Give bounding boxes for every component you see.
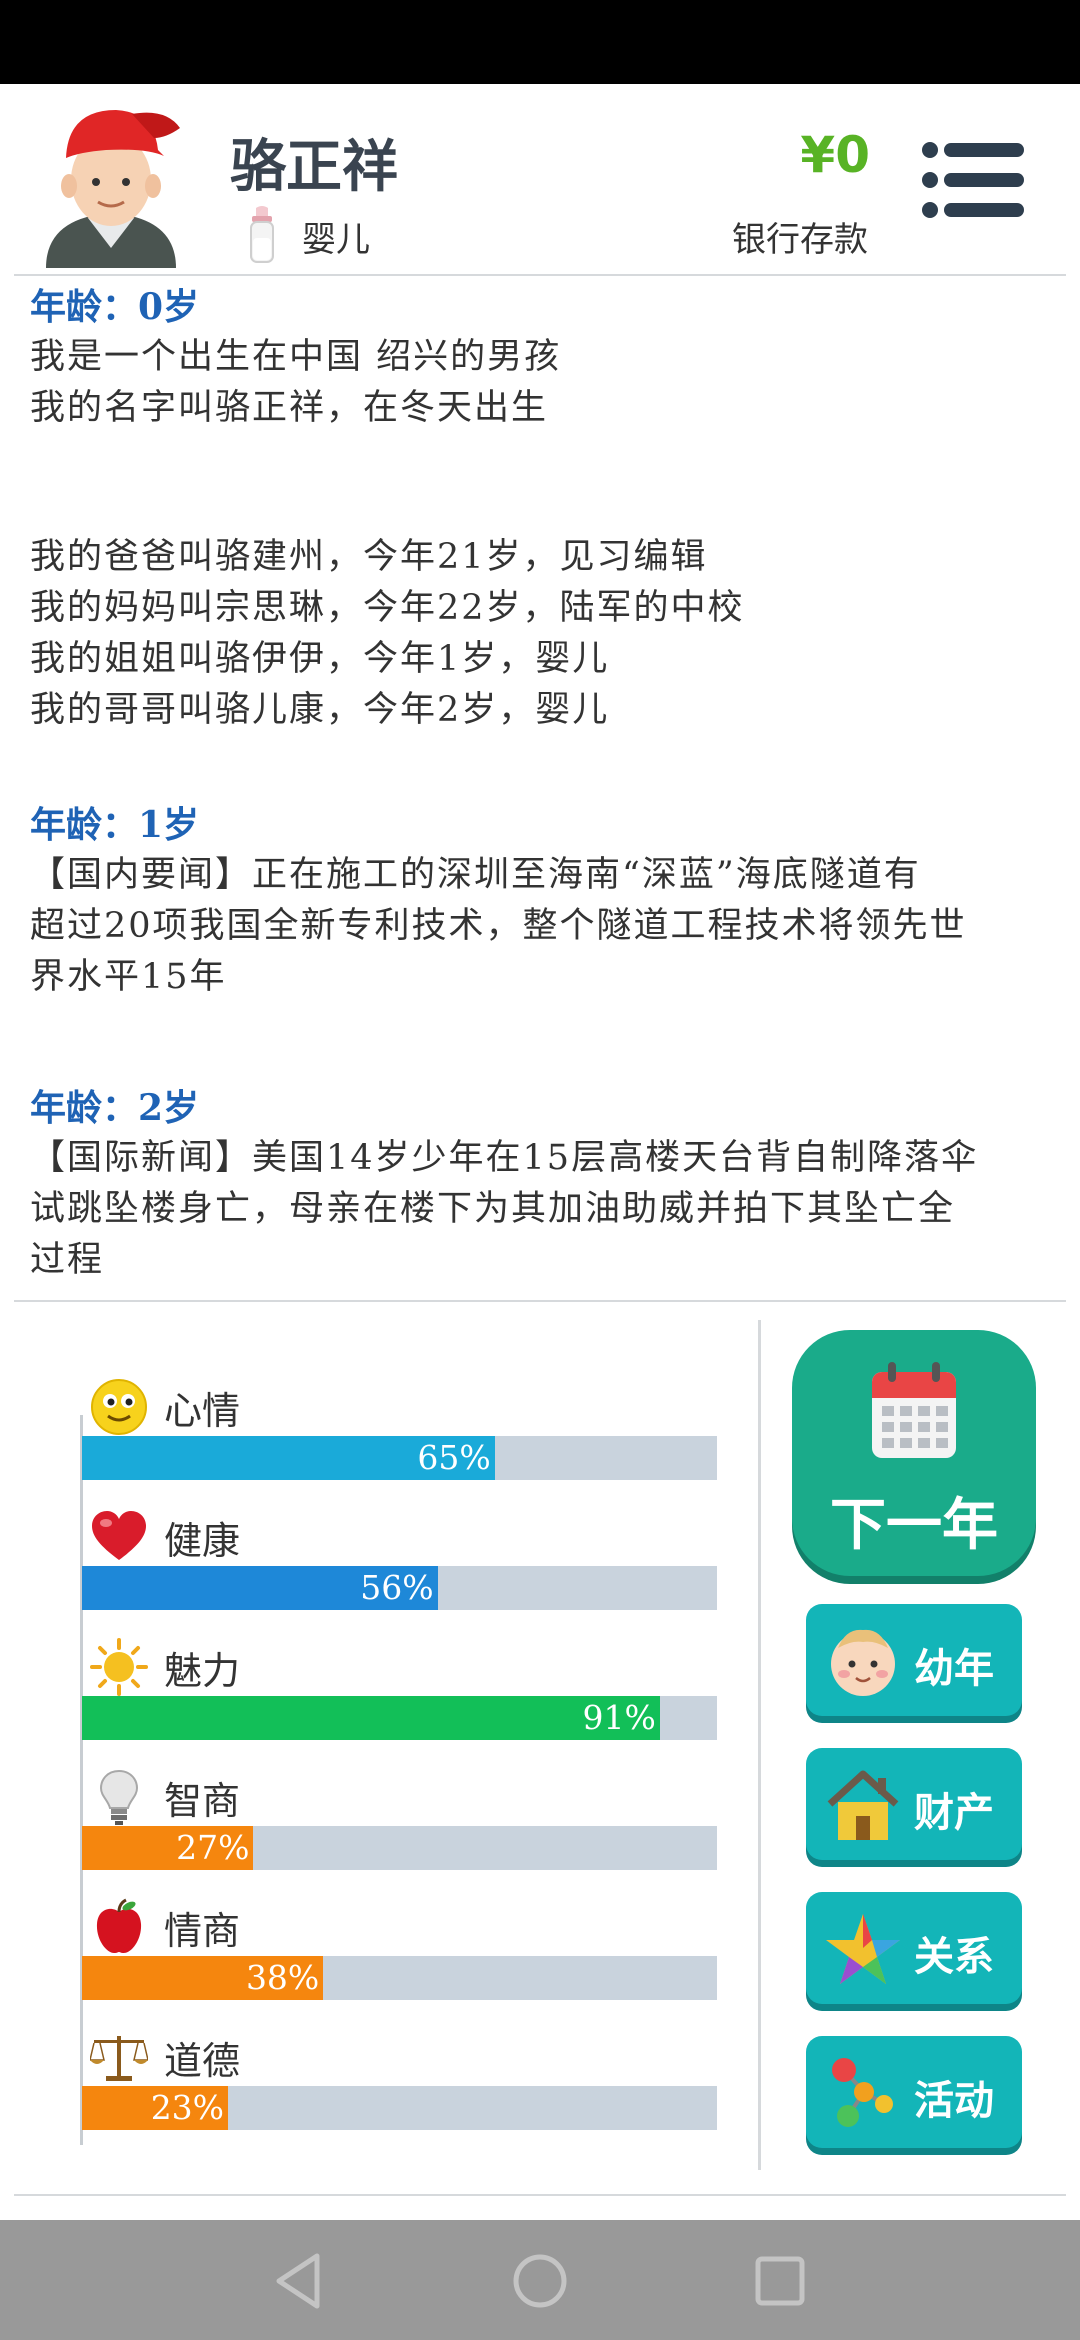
log-line: 超过20项我国全新专利技术，整个隧道工程技术将领先世 bbox=[30, 906, 967, 946]
activities-label: 活动 bbox=[914, 2078, 994, 2124]
stat-bar: 65% bbox=[82, 1436, 717, 1480]
stat-bar: 91% bbox=[82, 1696, 717, 1740]
baby-bottle-icon bbox=[250, 206, 274, 263]
assets-label: 财产 bbox=[914, 1790, 994, 1836]
calendar-icon bbox=[872, 1362, 956, 1458]
stat-percent: 56% bbox=[360, 1568, 434, 1607]
stat-percent: 91% bbox=[582, 1698, 656, 1737]
stat-charm: 魅力 91% bbox=[82, 1630, 717, 1760]
log-line: 我的妈妈叫宗思琳，今年22岁，陆军的中校 bbox=[30, 588, 745, 628]
log-line: 我的哥哥叫骆儿康，今年2岁，婴儿 bbox=[30, 690, 610, 730]
log-line: 【国际新闻】美国14岁少年在15层高楼天台背自制降落伞 bbox=[30, 1138, 979, 1178]
childhood-label: 幼年 bbox=[914, 1646, 994, 1692]
activities-button[interactable]: 活动 bbox=[806, 2036, 1022, 2148]
stat-percent: 38% bbox=[245, 1958, 320, 1997]
next-year-button[interactable]: 下一年 bbox=[792, 1330, 1036, 1576]
house-icon bbox=[827, 1770, 899, 1840]
sun-icon bbox=[90, 1638, 148, 1696]
stat-bar-fill: 65% bbox=[82, 1436, 495, 1480]
stat-eq: 情商 38% bbox=[82, 1890, 717, 2020]
scales-icon bbox=[90, 2036, 148, 2081]
stat-bar: 38% bbox=[82, 1956, 717, 2000]
bank-deposit-label: 银行存款 bbox=[732, 220, 868, 260]
stat-percent: 27% bbox=[176, 1828, 250, 1867]
log-line: 试跳坠楼身亡，母亲在楼下为其加油助威并拍下其坠亡全 bbox=[30, 1189, 956, 1229]
lightbulb-icon bbox=[99, 1769, 139, 1825]
star-icon bbox=[826, 1914, 900, 1984]
life-stage-label: 婴儿 bbox=[302, 220, 370, 260]
log-line: 我是一个出生在中国 绍兴的男孩 bbox=[30, 337, 562, 377]
stat-label: 心情 bbox=[164, 1389, 241, 1433]
stat-bar-fill: 38% bbox=[82, 1956, 324, 2000]
log-line: 我的名字叫骆正祥，在冬天出生 bbox=[30, 388, 549, 428]
molecule-icon bbox=[832, 2058, 893, 2127]
bottom-divider bbox=[14, 2194, 1066, 2196]
baby-face-icon bbox=[831, 1629, 895, 1696]
stat-percent: 23% bbox=[150, 2088, 225, 2127]
stat-label: 道德 bbox=[164, 2039, 241, 2083]
heart-icon bbox=[92, 1511, 146, 1560]
stat-bar: 23% bbox=[82, 2086, 717, 2130]
stat-bar-fill: 23% bbox=[82, 2086, 229, 2130]
stat-bar: 56% bbox=[82, 1566, 717, 1610]
log-line: 【国内要闻】正在施工的深圳至海南“深蓝”海底隧道有 bbox=[30, 855, 921, 895]
log-line: 我的姐姐叫骆伊伊，今年1岁，婴儿 bbox=[30, 639, 610, 679]
recents-icon[interactable] bbox=[745, 2246, 815, 2316]
log-line: 我的爸爸叫骆建州，今年21岁，见习编辑 bbox=[30, 537, 708, 577]
assets-button[interactable]: 财产 bbox=[806, 1748, 1022, 1860]
log-age-heading: 年龄：1岁 bbox=[30, 804, 200, 846]
relations-label: 关系 bbox=[914, 1934, 994, 1980]
stat-health: 健康 56% bbox=[82, 1500, 717, 1630]
log-age-heading: 年龄：0岁 bbox=[30, 286, 200, 328]
home-icon[interactable] bbox=[505, 2246, 575, 2316]
stat-bar: 27% bbox=[82, 1826, 717, 1870]
back-icon[interactable] bbox=[265, 2246, 335, 2316]
stat-label: 智商 bbox=[164, 1779, 241, 1823]
next-year-label: 下一年 bbox=[830, 1493, 998, 1558]
stat-label: 情商 bbox=[164, 1909, 241, 1953]
relations-button[interactable]: 关系 bbox=[806, 1892, 1022, 2004]
stat-mood: 心情 65% bbox=[82, 1370, 717, 1500]
stat-bar-fill: 27% bbox=[82, 1826, 254, 1870]
money-amount: ¥0 bbox=[800, 126, 870, 184]
childhood-button[interactable]: 幼年 bbox=[806, 1604, 1022, 1716]
avatar[interactable] bbox=[36, 98, 186, 268]
stat-label: 健康 bbox=[164, 1519, 241, 1563]
system-nav-bar bbox=[0, 2220, 1080, 2340]
stat-morality: 道德 23% bbox=[82, 2020, 717, 2150]
stat-bar-fill: 91% bbox=[82, 1696, 660, 1740]
menu-icon[interactable] bbox=[922, 142, 1024, 218]
log-line: 过程 bbox=[30, 1240, 105, 1280]
status-bar bbox=[0, 0, 1080, 84]
stat-label: 魅力 bbox=[164, 1649, 241, 1693]
stat-percent: 65% bbox=[417, 1438, 491, 1477]
life-log[interactable]: 年龄：0岁 我是一个出生在中国 绍兴的男孩 我的名字叫骆正祥，在冬天出生 我的爸… bbox=[0, 276, 1080, 1284]
player-name: 骆正祥 bbox=[230, 135, 398, 200]
log-line: 界水平15年 bbox=[30, 957, 227, 997]
stats-panel: 心情 65% 健康 56% 魅力 91% 智商 27% 情商 38% 道德 23… bbox=[0, 1320, 760, 2170]
log-divider bbox=[14, 1300, 1066, 1302]
smiley-icon bbox=[91, 1379, 147, 1435]
apple-icon bbox=[96, 1898, 142, 1954]
profile-header: 骆正祥 婴儿 ¥0 银行存款 bbox=[0, 84, 1080, 276]
stat-bar-fill: 56% bbox=[82, 1566, 438, 1610]
log-age-heading: 年龄：2岁 bbox=[30, 1087, 200, 1129]
stat-iq: 智商 27% bbox=[82, 1760, 717, 1890]
panel-divider bbox=[758, 1320, 761, 2170]
